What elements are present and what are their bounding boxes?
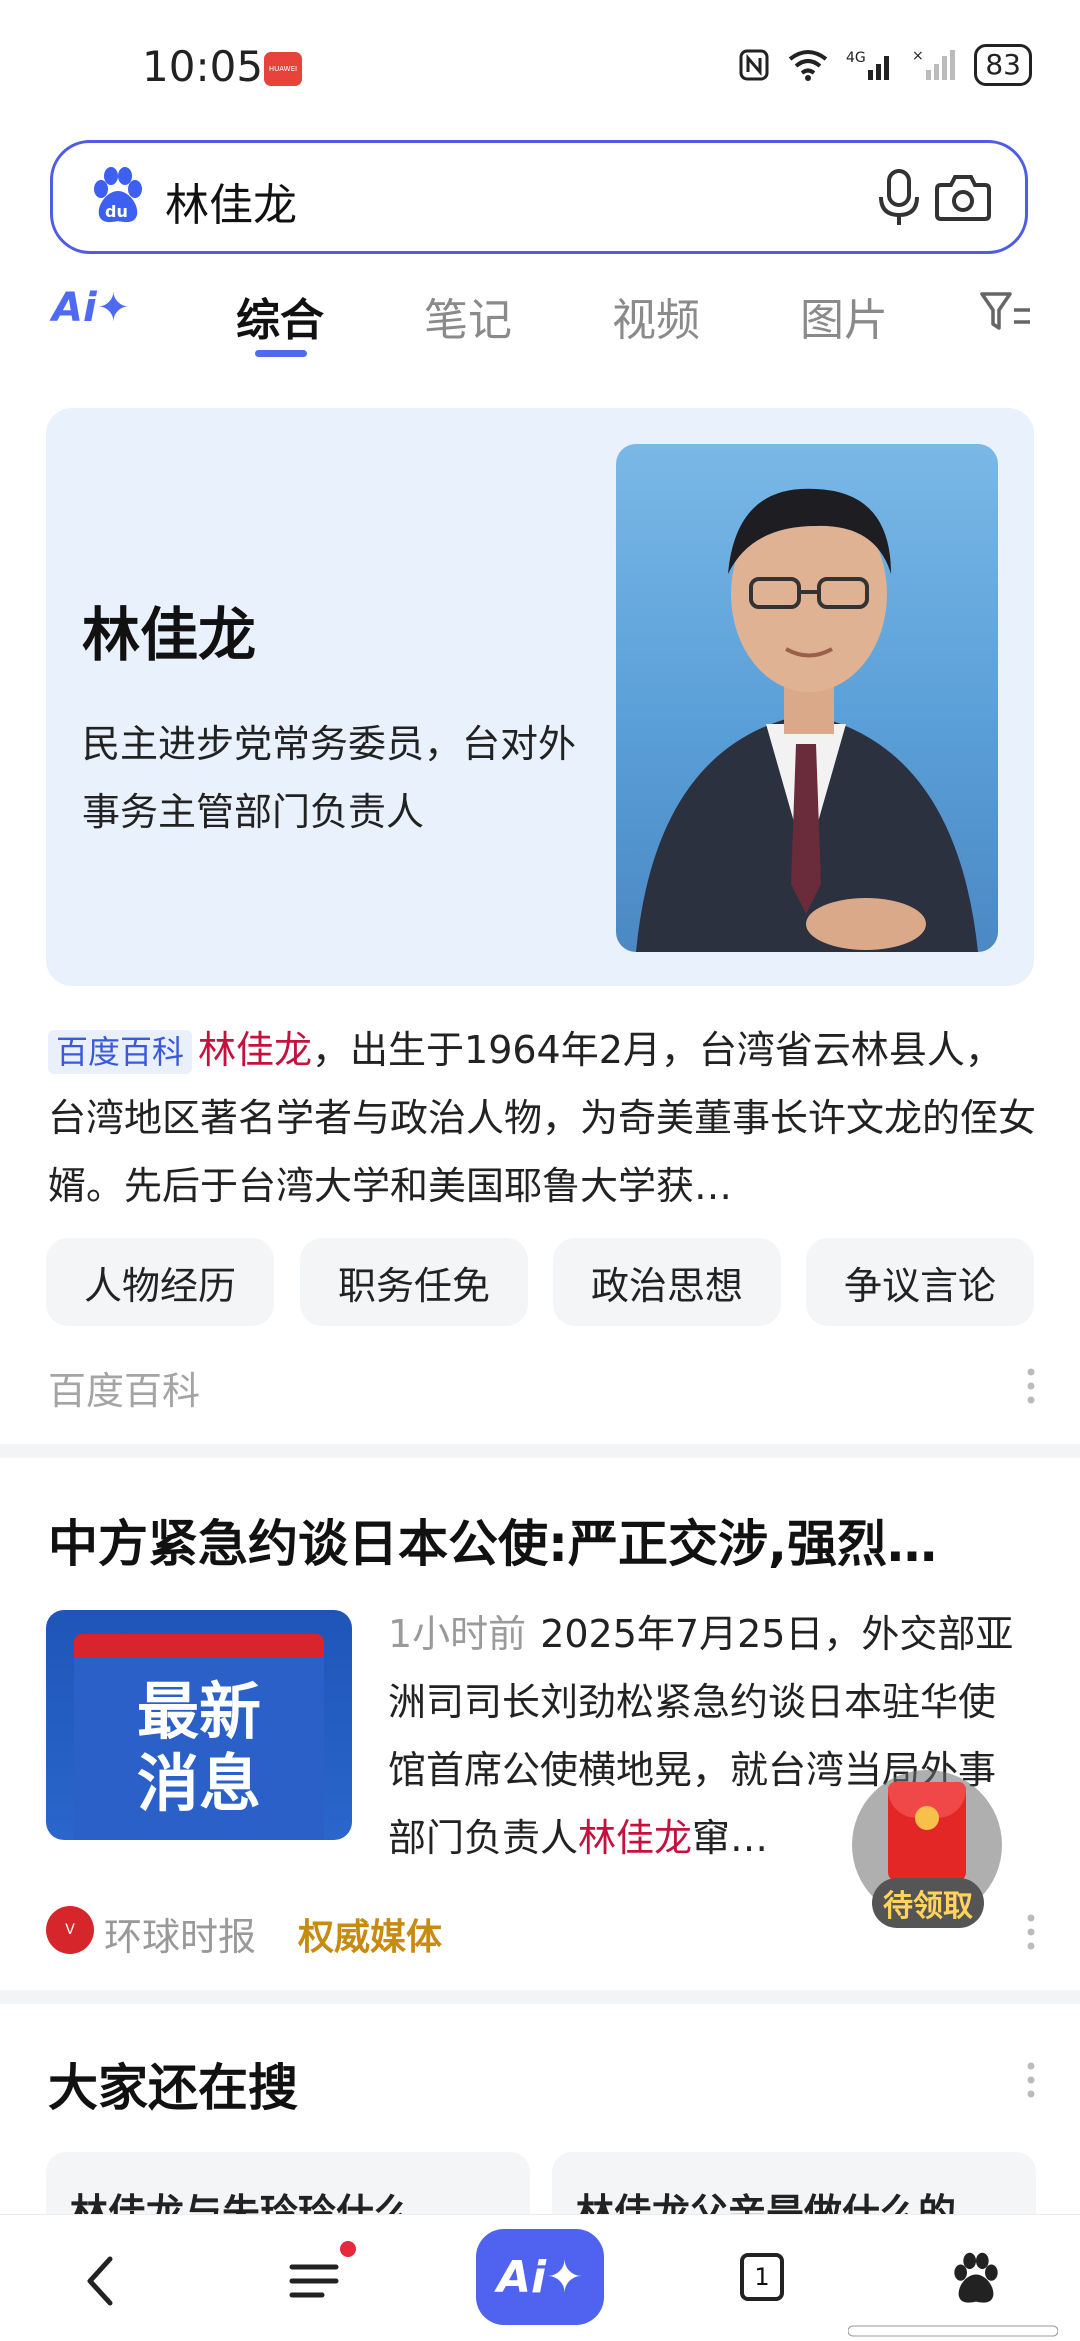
tab-images[interactable]: 图片 [800,284,888,348]
news-time: 1小时前 [388,1612,527,1656]
huawei-app-icon: HUAWEI [264,52,302,86]
nfc-icon [739,49,769,81]
home-indicator [848,2325,1058,2337]
tab-videos[interactable]: 视频 [612,284,700,348]
tab-count-button[interactable]: 1 [740,2253,784,2301]
baidu-home-paw-icon[interactable] [948,2251,1004,2307]
red-envelope-icon[interactable] [888,1782,966,1882]
news-text-end: 窜… [692,1816,769,1860]
back-arrow-icon[interactable] [84,2255,114,2307]
tab-ai[interactable]: Ai✦ [52,285,130,331]
filter-icon[interactable] [980,290,1032,332]
red-packet-label[interactable]: 待领取 [872,1878,984,1928]
person-photo[interactable] [616,444,998,952]
portrait-illustration [636,488,978,952]
baike-badge: 百度百科 [48,1030,193,1074]
battery-indicator: 83 [974,44,1032,86]
tab-notes[interactable]: 笔记 [424,284,512,348]
news-name-highlight: 林佳龙 [578,1816,693,1860]
also-searched-more-icon[interactable] [1026,2060,1036,2100]
menu-icon[interactable] [288,2261,340,2301]
chip-career[interactable]: 人物经历 [46,1238,274,1326]
person-name: 林佳龙 [82,601,257,669]
wifi-icon [789,50,828,81]
chip-political-thought[interactable]: 政治思想 [553,1238,781,1326]
ai-assistant-button[interactable]: Ai✦ [476,2229,604,2325]
thumb-text-line1: 最新 [136,1675,261,1748]
tab-comprehensive[interactable]: 综合 [236,284,324,348]
news-thumbnail[interactable]: 最新 消息 [46,1610,352,1840]
baike-source[interactable]: 百度百科 [48,1360,200,1415]
notification-dot [340,2241,356,2257]
bottom-navigation-bar: Ai✦ 1 [0,2214,1080,2341]
microphone-icon[interactable] [877,169,921,227]
chip-controversial-remarks[interactable]: 争议言论 [806,1238,1034,1326]
huanqiu-logo-icon: V [46,1906,94,1954]
svg-text:du: du [105,202,128,221]
baidu-paw-logo-icon: du [94,167,142,223]
status-icons: 4G × 83 [738,44,1032,86]
search-input[interactable]: 林佳龙 [165,169,297,233]
name-highlight: 林佳龙 [198,1028,313,1072]
encyclopedia-summary[interactable]: 百度百科 林佳龙，出生于1964年2月，台湾省云林县人，台湾地区著名学者与政治人物… [48,1016,1038,1220]
also-searched-title: 大家还在搜 [48,2059,298,2117]
camera-icon[interactable] [935,171,991,223]
news-more-options-icon[interactable] [1026,1912,1036,1952]
thumb-text-line2: 消息 [136,1747,261,1820]
svg-text:4G: 4G [846,50,866,66]
section-divider [0,1444,1080,1458]
authority-media-label: 权威媒体 [298,1917,443,1958]
status-time: 10:05 [142,42,264,91]
section-divider-2 [0,1990,1080,2004]
more-options-icon[interactable] [1026,1366,1036,1406]
active-tab-indicator [255,350,307,357]
news-title[interactable]: 中方紧急约谈日本公使:严正交涉,强烈… [48,1504,1028,1576]
signal-none-icon: × [912,48,956,80]
summary-text: ，出生于1964年2月，台湾省云林县人，台湾地区著名学者与政治人物，为奇美董事长… [48,1028,1037,1208]
svg-text:×: × [912,48,924,64]
person-card[interactable]: 林佳龙 民主进步党常务委员，台对外事务主管部门负责人 [46,408,1034,986]
search-bar[interactable]: du 林佳龙 [50,140,1028,254]
signal-4g-icon: 4G [846,50,890,80]
chip-appointments[interactable]: 职务任免 [300,1238,528,1326]
news-source-name[interactable]: 环球时报 [104,1906,256,1961]
person-description: 民主进步党常务委员，台对外事务主管部门负责人 [82,722,577,834]
